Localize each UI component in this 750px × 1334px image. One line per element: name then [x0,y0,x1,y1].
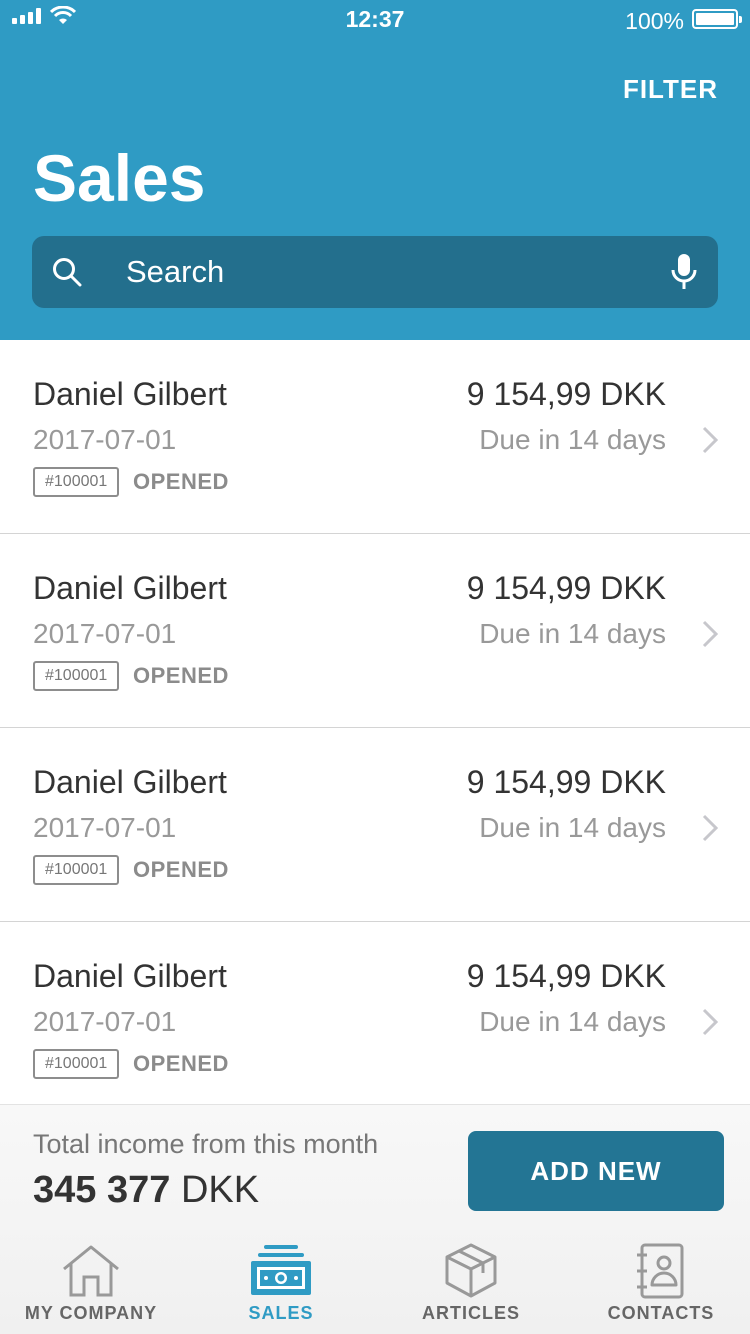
invoice-row[interactable]: Daniel Gilbert 2017-07-01 #100001 OPENED… [0,534,750,728]
tab-bar: MY COMPANY SALES ARTICLES CONTACTS [0,1241,750,1334]
invoice-date: 2017-07-01 [33,1006,177,1037]
invoice-due: Due in 14 days [479,1006,666,1037]
search-input[interactable]: Search [126,254,224,290]
chevron-right-icon [702,814,718,842]
search-icon [53,258,82,287]
invoice-amount: 9 154,99 DKK [466,958,666,994]
header: 12:37 100% FILTER Sales Search [0,0,750,340]
total-income-value: 345 377 [33,1169,171,1211]
customer-name: Daniel Gilbert [33,570,227,606]
chevron-right-icon [702,1008,718,1036]
invoice-date: 2017-07-01 [33,424,177,455]
invoice-status: OPENED [133,857,229,882]
invoice-number-badge: #100001 [33,661,120,691]
invoice-list: Daniel Gilbert 2017-07-01 #100001 OPENED… [0,340,750,1116]
invoice-amount: 9 154,99 DKK [466,376,666,412]
tab-contacts[interactable]: CONTACTS [566,1241,750,1334]
box-icon [445,1243,497,1298]
tab-my-company[interactable]: MY COMPANY [0,1241,186,1334]
tab-label: MY COMPANY [24,1303,158,1323]
customer-name: Daniel Gilbert [33,764,227,800]
tab-articles[interactable]: ARTICLES [376,1241,566,1334]
invoice-status: OPENED [133,469,229,494]
battery-percentage: 100% [625,8,684,34]
invoice-date: 2017-07-01 [33,812,177,843]
invoice-amount: 9 154,99 DKK [466,764,666,800]
invoice-number-badge: #100001 [33,467,120,497]
invoice-number-badge: #100001 [33,855,120,885]
customer-name: Daniel Gilbert [33,958,227,994]
invoice-row[interactable]: Daniel Gilbert 2017-07-01 #100001 OPENED… [0,340,750,534]
tab-label: ARTICLES [422,1303,520,1323]
filter-button[interactable]: FILTER [623,74,718,105]
chevron-right-icon [702,620,718,648]
invoice-date: 2017-07-01 [33,618,177,649]
add-new-button[interactable]: ADD NEW [468,1131,724,1211]
total-income-currency: DKK [180,1169,260,1211]
invoice-amount: 9 154,99 DKK [466,570,666,606]
tab-sales[interactable]: SALES [186,1241,376,1334]
invoice-due: Due in 14 days [479,812,666,843]
customer-name: Daniel Gilbert [33,376,227,412]
house-icon [63,1245,119,1297]
invoice-number-badge: #100001 [33,1049,120,1079]
battery-icon [692,9,742,29]
invoice-due: Due in 14 days [479,618,666,649]
invoice-row[interactable]: Daniel Gilbert 2017-07-01 #100001 OPENED… [0,922,750,1116]
invoice-due: Due in 14 days [479,424,666,455]
search-bar[interactable]: Search [32,236,718,308]
tab-label: SALES [248,1303,314,1323]
invoice-status: OPENED [133,1051,229,1076]
tab-label: CONTACTS [607,1303,715,1323]
chevron-right-icon [702,426,718,454]
microphone-icon[interactable] [670,252,698,292]
cash-icon [251,1245,311,1295]
contact-book-icon [637,1243,684,1299]
total-income-amount: 345 377 DKK [33,1169,259,1212]
page-title: Sales [33,141,206,215]
status-bar: 12:37 100% [0,0,750,40]
invoice-status: OPENED [133,663,229,688]
total-income-label: Total income from this month [33,1129,379,1159]
footer: Total income from this month 345 377 DKK… [0,1104,750,1334]
invoice-row[interactable]: Daniel Gilbert 2017-07-01 #100001 OPENED… [0,728,750,922]
